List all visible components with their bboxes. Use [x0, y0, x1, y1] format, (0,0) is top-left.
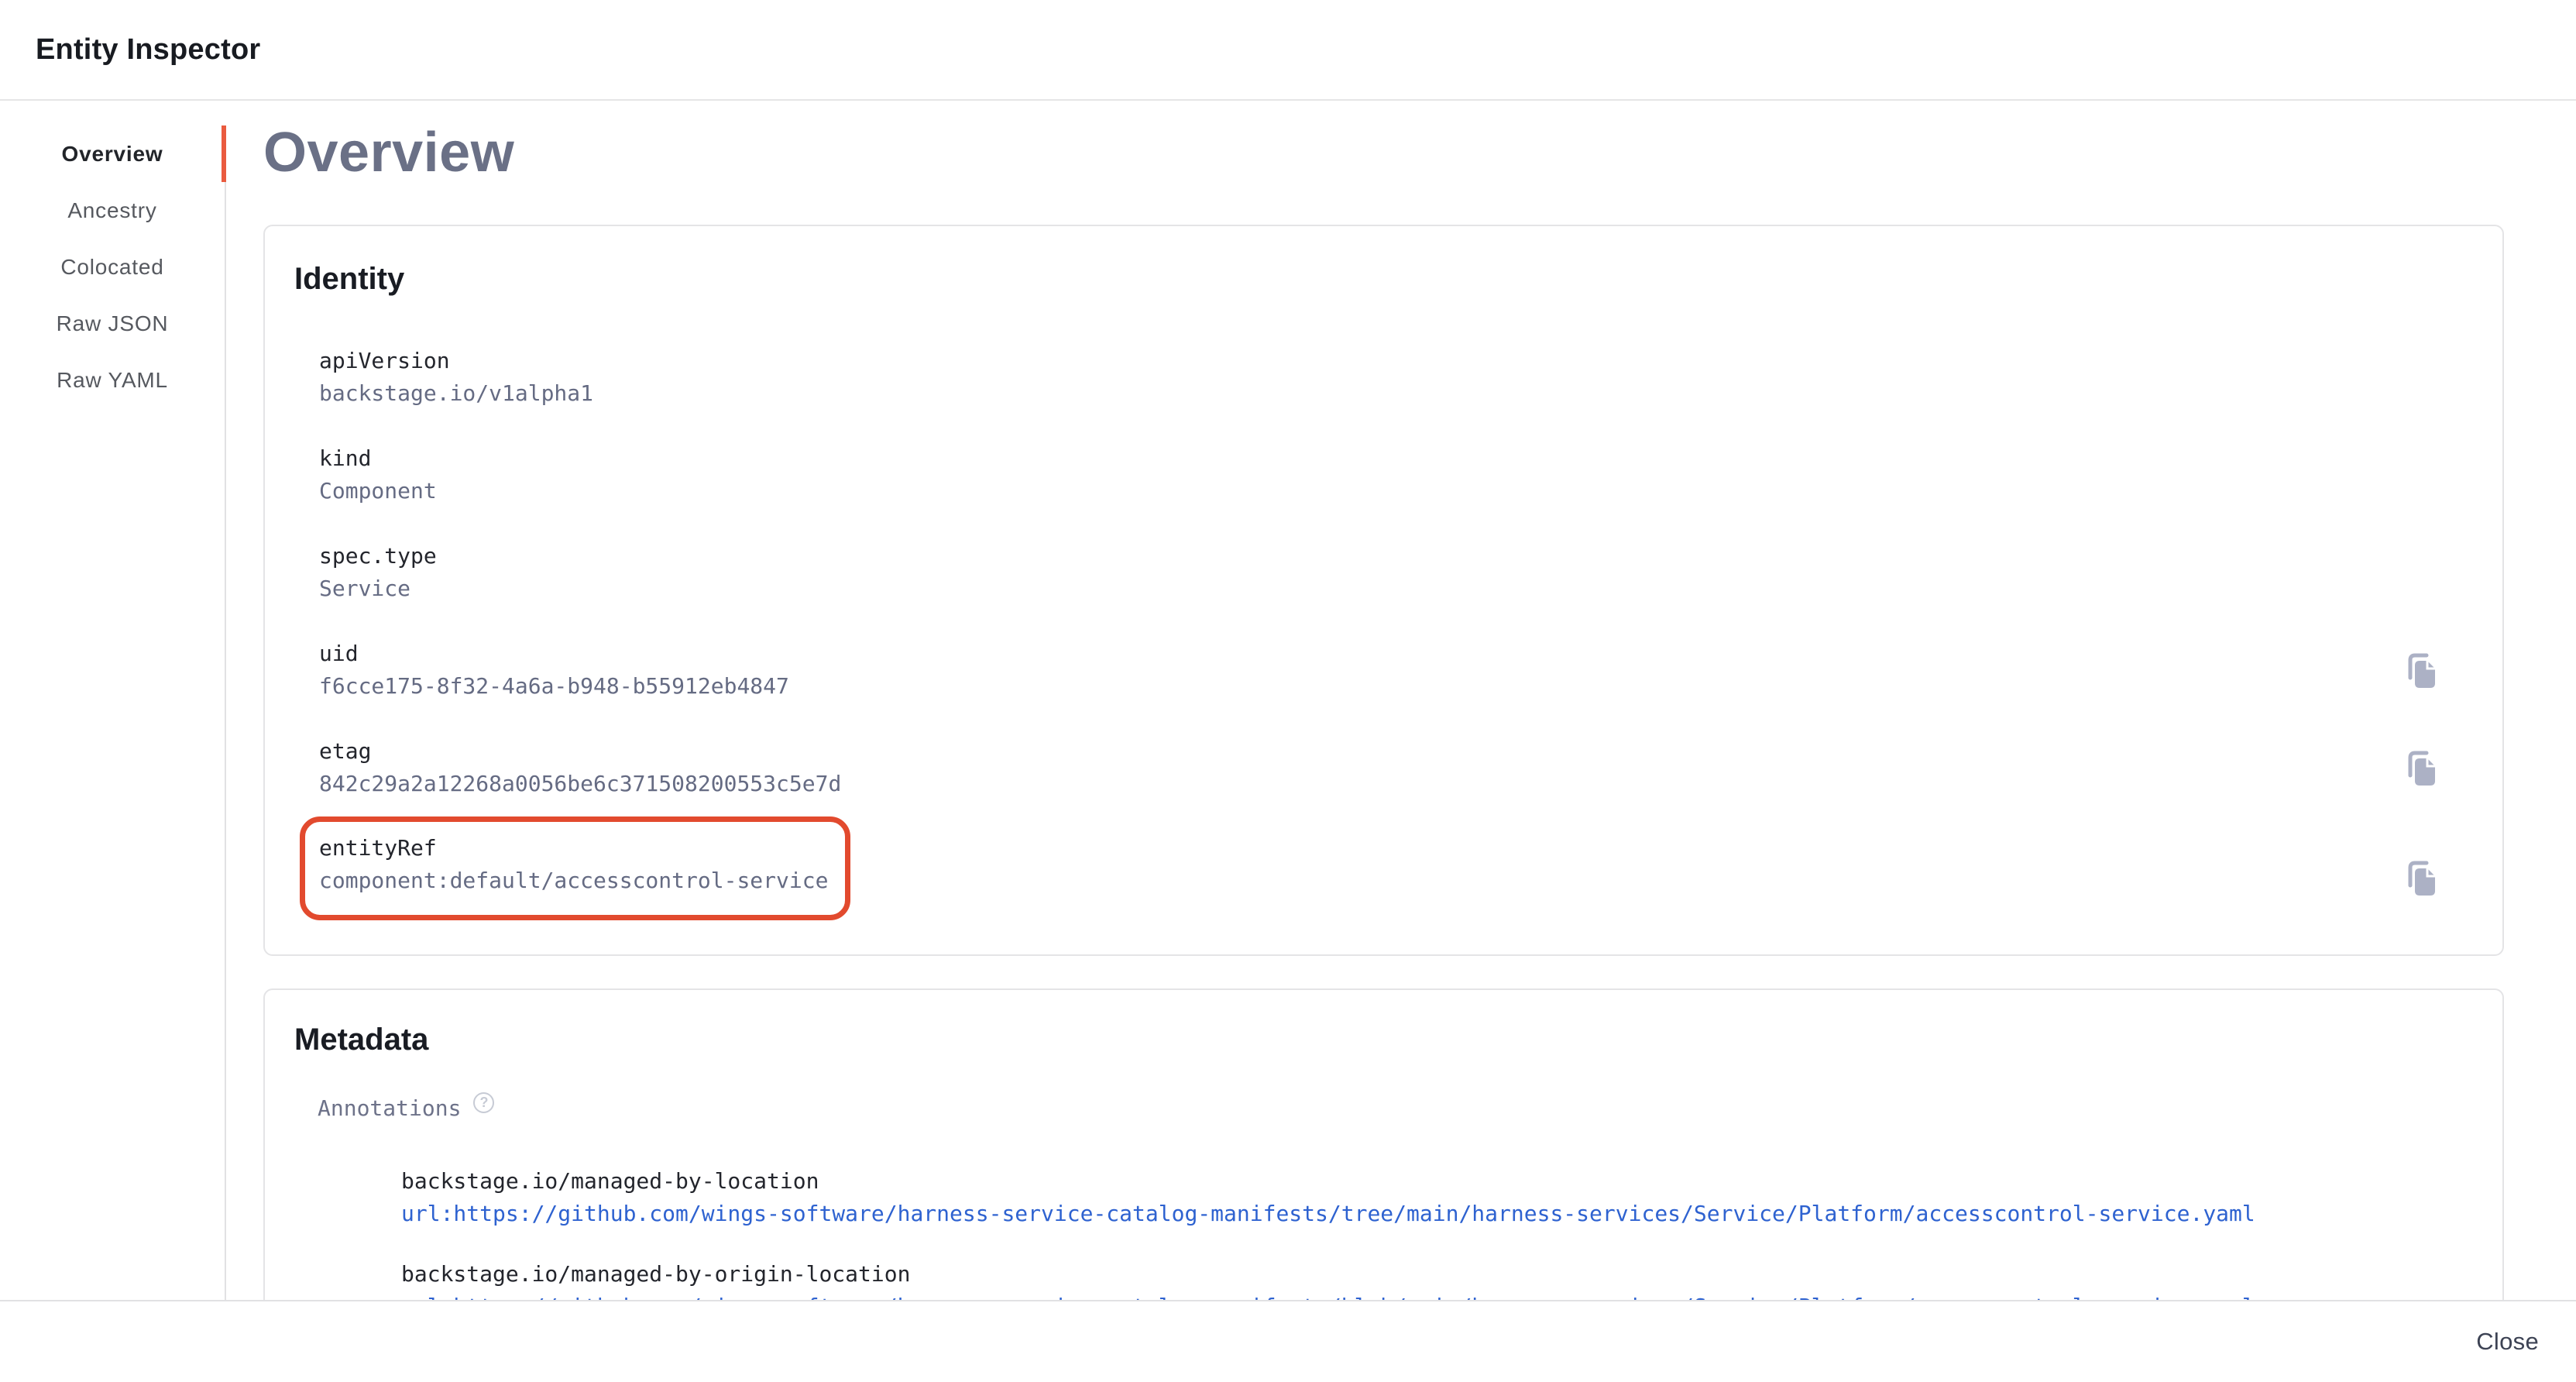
dialog-footer: Close — [0, 1300, 2576, 1382]
entityref-highlight-box: entityRef component:default/accesscontro… — [300, 816, 850, 920]
sidebar-item-colocated[interactable]: Colocated — [0, 239, 225, 295]
entity-inspector-dialog: Entity Inspector Overview Ancestry Coloc… — [0, 0, 2576, 1382]
copy-uid-button[interactable] — [2400, 650, 2440, 690]
field-label: apiVersion — [319, 346, 593, 376]
field-uid: uid f6cce175-8f32-4a6a-b948-b55912eb4847 — [319, 639, 789, 701]
identity-card-title: Identity — [294, 260, 2502, 297]
field-label: spec.type — [319, 541, 437, 571]
field-entityref: entityRef component:default/accesscontro… — [319, 834, 828, 896]
field-row-etag: etag 842c29a2a12268a0056be6c371508200553… — [319, 737, 2502, 799]
dialog-title: Entity Inspector — [36, 33, 260, 67]
annotations-section-header: Annotations ? — [318, 1094, 2502, 1123]
page-title: Overview — [263, 121, 2576, 184]
field-value: Component — [319, 476, 437, 506]
copy-icon — [2403, 858, 2438, 897]
field-row-apiversion: apiVersion backstage.io/v1alpha1 — [319, 346, 2502, 408]
annotations-label: Annotations — [318, 1094, 461, 1123]
annotation-key: backstage.io/managed-by-location — [401, 1167, 2502, 1196]
annotation-entry: backstage.io/managed-by-location url:htt… — [401, 1167, 2502, 1229]
annotation-key: backstage.io/managed-by-origin-location — [401, 1260, 2502, 1289]
field-value: backstage.io/v1alpha1 — [319, 379, 593, 408]
field-label: kind — [319, 444, 437, 473]
field-row-entityref: entityRef component:default/accesscontro… — [319, 834, 2502, 920]
field-etag: etag 842c29a2a12268a0056be6c371508200553… — [319, 737, 841, 799]
dialog-body: Overview Ancestry Colocated Raw JSON Raw… — [0, 101, 2576, 1300]
field-value: component:default/accesscontrol-service — [319, 866, 828, 896]
metadata-card-title: Metadata — [294, 1021, 2502, 1058]
field-kind: kind Component — [319, 444, 437, 506]
identity-fields: apiVersion backstage.io/v1alpha1 kind Co… — [319, 346, 2502, 920]
content-scroll-area: Overview Identity apiVersion backstage.i… — [226, 101, 2576, 1300]
field-row-uid: uid f6cce175-8f32-4a6a-b948-b55912eb4847 — [319, 639, 2502, 701]
help-icon[interactable]: ? — [473, 1092, 494, 1113]
field-value: Service — [319, 574, 437, 603]
annotation-link[interactable]: url:https://github.com/wings-software/ha… — [401, 1199, 2255, 1229]
field-spec-type: spec.type Service — [319, 541, 437, 603]
copy-etag-button[interactable] — [2400, 748, 2440, 788]
field-row-kind: kind Component — [319, 444, 2502, 506]
copy-entityref-button[interactable] — [2400, 858, 2440, 898]
sidebar-item-ancestry[interactable]: Ancestry — [0, 182, 225, 239]
field-label: etag — [319, 737, 841, 766]
copy-icon — [2403, 748, 2438, 787]
field-value: f6cce175-8f32-4a6a-b948-b55912eb4847 — [319, 672, 789, 701]
field-row-spec-type: spec.type Service — [319, 541, 2502, 603]
field-label: uid — [319, 639, 789, 669]
sidebar-item-overview[interactable]: Overview — [0, 125, 225, 182]
metadata-card: Metadata Annotations ? backstage.io/mana… — [263, 988, 2504, 1300]
sidebar-item-raw-json[interactable]: Raw JSON — [0, 295, 225, 352]
sidebar-item-raw-yaml[interactable]: Raw YAML — [0, 352, 225, 408]
field-label: entityRef — [319, 834, 828, 863]
annotation-link[interactable]: url:https://github.com/wings-software/ha… — [401, 1292, 2255, 1300]
identity-card: Identity apiVersion backstage.io/v1alpha… — [263, 225, 2504, 956]
field-value: 842c29a2a12268a0056be6c371508200553c5e7d — [319, 769, 841, 799]
close-button[interactable]: Close — [2462, 1317, 2553, 1367]
inspector-sidebar: Overview Ancestry Colocated Raw JSON Raw… — [0, 125, 226, 1300]
copy-icon — [2403, 651, 2438, 689]
field-apiversion: apiVersion backstage.io/v1alpha1 — [319, 346, 593, 408]
dialog-header: Entity Inspector — [0, 0, 2576, 101]
annotation-entry: backstage.io/managed-by-origin-location … — [401, 1260, 2502, 1300]
